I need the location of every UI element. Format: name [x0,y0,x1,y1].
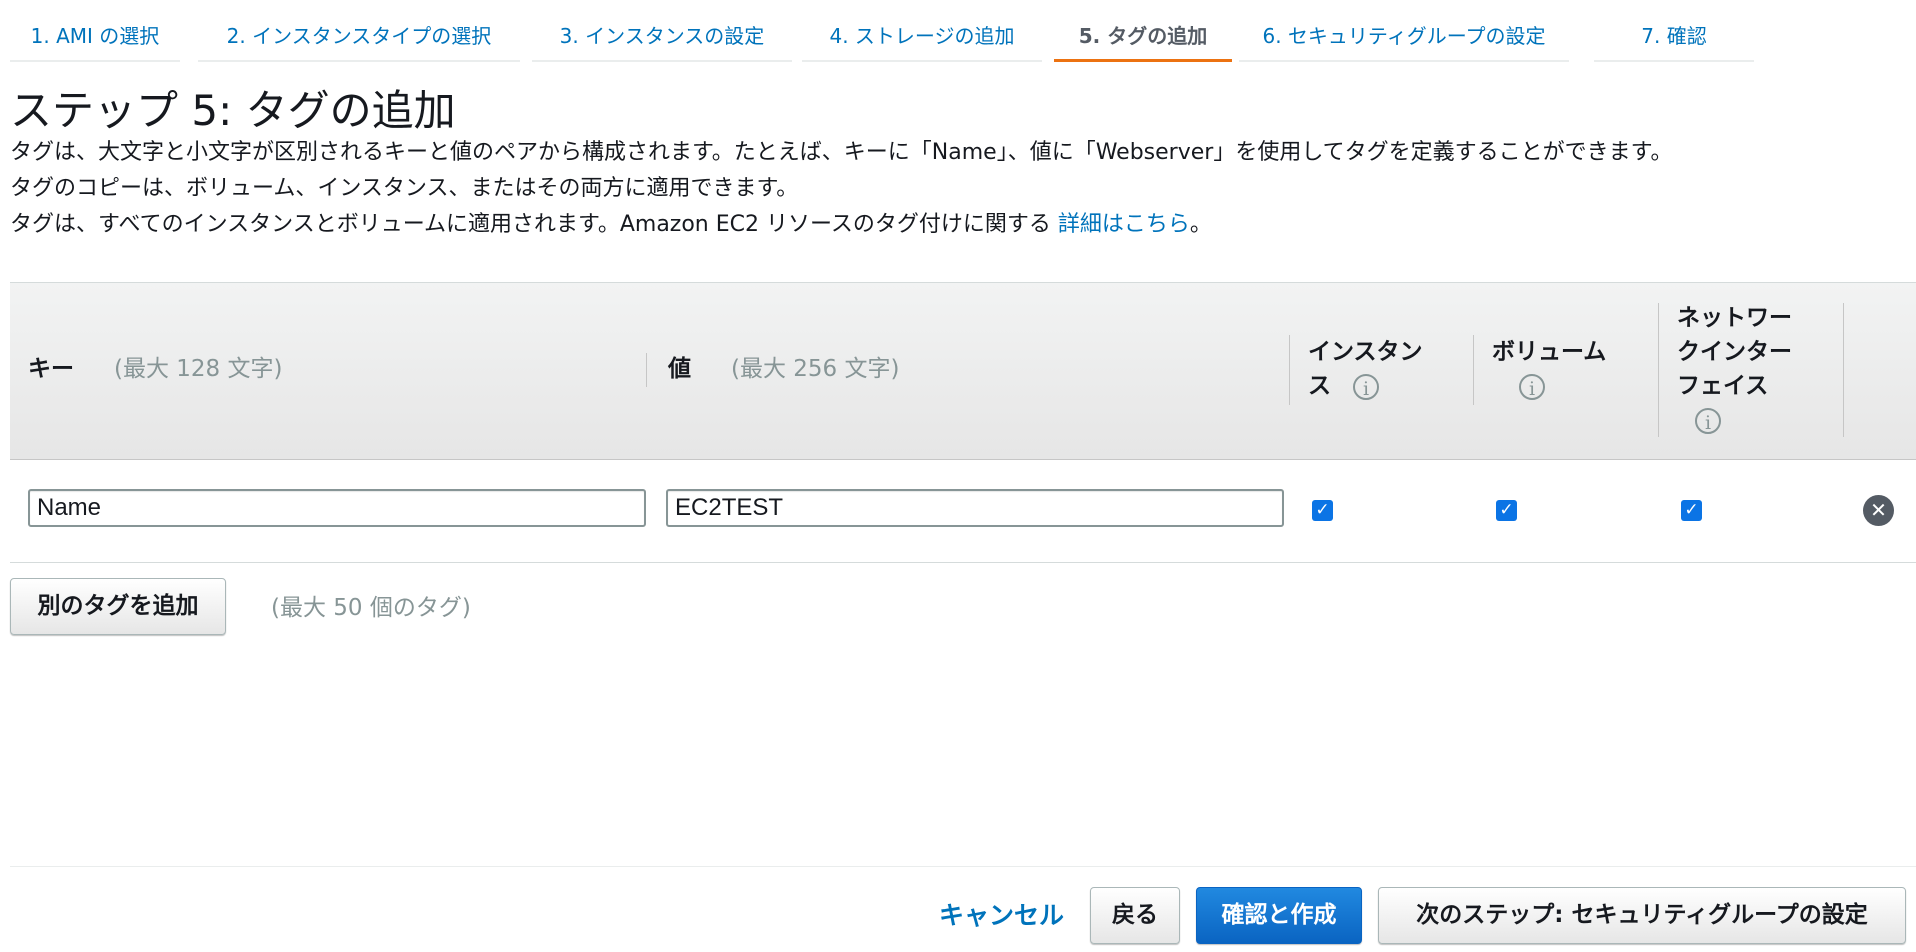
info-icon[interactable]: i [1695,407,1721,434]
key-header-label: キー [28,356,74,382]
page-title: ステップ 5: タグの追加 [10,86,456,135]
column-divider [1658,303,1659,437]
key-column-header: キー (最大 128 文字) [28,352,282,386]
eni-column-header: ネットワー クインター フェイス i [1677,301,1792,437]
volume-header-info: i [1492,369,1606,403]
eni-header-line1: ネットワー [1677,305,1792,331]
footer-divider [10,866,1916,867]
description-line-1: タグは、大文字と小文字が区別されるキーと値のペアから構成されます。たとえば、キー… [10,140,1673,165]
column-divider [646,353,647,387]
column-divider [1473,335,1474,405]
remove-tag-icon[interactable]: ✕ [1863,495,1894,526]
cancel-button[interactable]: キャンセル [939,896,1064,932]
instance-header-line2: ス i [1308,369,1423,403]
description-line-2: タグのコピーは、ボリューム、インスタンス、またはその両方に適用できます。 [10,176,799,201]
tag-value-input[interactable] [666,489,1284,527]
value-column-header: 値 (最大 256 文字) [668,352,899,386]
eni-header-info: i [1677,403,1792,437]
tab-step-5[interactable]: 5. タグの追加 [1054,0,1232,62]
info-icon[interactable]: i [1519,373,1545,400]
tag-key-input[interactable] [28,489,646,527]
eni-header-line2: クインター [1677,339,1792,365]
instance-header-text: ス [1308,373,1331,399]
column-divider [1289,335,1290,405]
tab-step-1[interactable]: 1. AMI の選択 [10,0,180,62]
back-button[interactable]: 戻る [1090,887,1180,944]
column-divider [1843,303,1844,437]
instance-column-header: インスタン ス i [1308,335,1423,403]
review-and-launch-button[interactable]: 確認と作成 [1196,887,1362,944]
description-period: 。 [1189,212,1212,237]
volume-column-header: ボリューム i [1492,335,1606,403]
tab-step-3[interactable]: 3. インスタンスの設定 [532,0,792,62]
description-line-3: タグは、すべてのインスタンスとボリュームに適用されます。Amazon EC2 リ… [10,207,1672,243]
tab-step-6[interactable]: 6. セキュリティグループの設定 [1239,0,1569,62]
tab-step-2[interactable]: 2. インスタンスタイプの選択 [198,0,520,62]
instance-header-line1: インスタン [1308,339,1423,365]
volume-checkbox[interactable]: ✓ [1496,500,1517,521]
tab-step-7[interactable]: 7. 確認 [1594,0,1754,62]
description-line-3-text: タグは、すべてのインスタンスとボリュームに適用されます。Amazon EC2 リ… [10,212,1058,237]
eni-checkbox[interactable]: ✓ [1681,500,1702,521]
eni-header-line3: フェイス [1677,373,1769,399]
instance-checkbox[interactable]: ✓ [1312,500,1333,521]
table-row: ✓ ✓ ✓ ✕ [10,459,1916,563]
volume-header-label: ボリューム [1492,339,1607,365]
info-icon[interactable]: i [1353,373,1380,400]
learn-more-link[interactable]: 詳細はこちら [1058,212,1190,237]
page-description: タグは、大文字と小文字が区別されるキーと値のペアから構成されます。たとえば、キー… [10,135,1672,243]
value-header-label: 値 [668,356,691,382]
key-header-hint: (最大 128 文字) [114,356,283,382]
next-step-button[interactable]: 次のステップ: セキュリティグループの設定 [1378,887,1906,944]
tags-table-header: キー (最大 128 文字) 値 (最大 256 文字) インスタン ス i ボリュ… [10,282,1916,460]
value-header-hint: (最大 256 文字) [731,356,900,382]
add-tag-button[interactable]: 別のタグを追加 [10,578,226,635]
tab-step-4[interactable]: 4. ストレージの追加 [802,0,1042,62]
max-tags-hint: (最大 50 個のタグ) [271,595,471,621]
